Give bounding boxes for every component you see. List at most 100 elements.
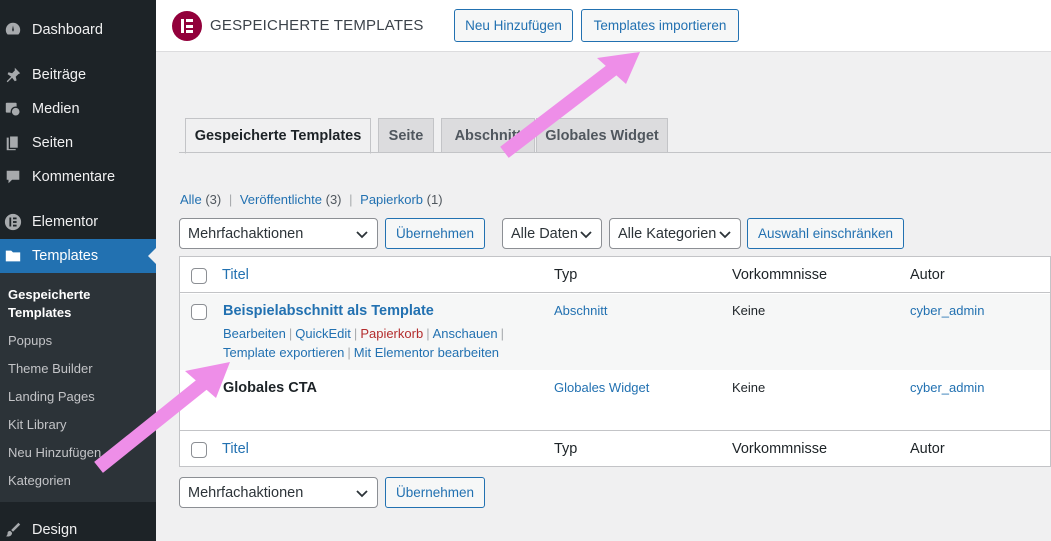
column-type: Typ xyxy=(554,267,578,283)
author-link[interactable]: cyber_admin xyxy=(910,380,984,395)
author-link[interactable]: cyber_admin xyxy=(910,303,984,318)
page-title: GESPEICHERTE TEMPLATES xyxy=(210,17,424,34)
sidebar-item-label: Dashboard xyxy=(32,22,103,38)
sidebar-item-comments[interactable]: Kommentare xyxy=(0,160,156,194)
bulk-actions-value: Mehrfachaktionen xyxy=(188,484,304,501)
submenu-item-landing-pages[interactable]: Landing Pages xyxy=(8,388,95,406)
sidebar-item-label: Templates xyxy=(32,248,99,264)
submenu-item-theme-builder[interactable]: Theme Builder xyxy=(8,360,93,378)
apply-button[interactable]: Übernehmen xyxy=(385,218,485,249)
bulk-actions-select[interactable]: Mehrfachaktionen xyxy=(179,218,378,249)
action-separator: | xyxy=(426,326,430,341)
sidebar-item-design[interactable]: Design xyxy=(0,513,156,541)
status-filters: Alle (3) | Veröffentlichte (3) | Papierk… xyxy=(180,192,443,207)
pin-icon xyxy=(3,65,23,85)
type-link[interactable]: Globales Widget xyxy=(554,380,649,395)
row-actions: Bearbeiten | QuickEdit | Papierkorb | Anschaue… xyxy=(223,326,507,341)
elementor-icon xyxy=(3,212,23,232)
chevron-down-icon xyxy=(580,231,592,239)
folder-icon xyxy=(3,246,23,266)
row-actions: Template exportieren | Mit Elementor bearb… xyxy=(223,345,499,360)
edit-with-elementor-link[interactable]: Mit Elementor bearbeiten xyxy=(354,345,499,360)
column-occurrences: Vorkommnisse xyxy=(732,441,828,457)
table-row: Globales CTA Globales Widget Keine cyber… xyxy=(180,370,1050,429)
filter-separator: | xyxy=(228,192,233,207)
filter-published-count: (3) xyxy=(325,192,342,207)
sidebar-item-templates[interactable]: Templates xyxy=(0,239,156,273)
category-filter-select[interactable]: Alle Kategorien xyxy=(609,218,741,249)
filter-published-link[interactable]: Veröffentlichte xyxy=(240,192,322,207)
column-title[interactable]: Titel xyxy=(222,441,249,457)
bulk-actions-value: Mehrfachaktionen xyxy=(188,225,304,242)
table-header: Titel Typ Vorkommnisse Autor xyxy=(180,257,1051,293)
pages-icon xyxy=(3,133,23,153)
admin-sidebar: Dashboard Beiträge Medien Seiten Komment… xyxy=(0,0,156,541)
tab-global-widget[interactable]: Globales Widget xyxy=(536,118,668,153)
edit-link[interactable]: Bearbeiten xyxy=(223,326,286,341)
chevron-down-icon xyxy=(356,231,368,239)
date-filter-select[interactable]: Alle Daten xyxy=(502,218,602,249)
tabs-divider xyxy=(179,152,1051,153)
brush-icon xyxy=(3,520,23,540)
export-template-link[interactable]: Template exportieren xyxy=(223,345,344,360)
select-all-checkbox[interactable] xyxy=(191,268,207,284)
dashboard-icon xyxy=(3,20,23,40)
table-row: Beispielabschnitt als Template Bearbeite… xyxy=(180,294,1050,370)
submenu-item-saved-templates[interactable]: Gespeicherte Templates xyxy=(8,286,128,322)
filter-all-link[interactable]: Alle xyxy=(180,192,202,207)
action-separator: | xyxy=(288,326,293,341)
sidebar-item-label: Design xyxy=(32,522,78,538)
category-filter-value: Alle Kategorien xyxy=(618,225,717,242)
column-occurrences: Vorkommnisse xyxy=(732,267,828,283)
select-all-checkbox[interactable] xyxy=(191,442,207,458)
template-title-link[interactable]: Beispielabschnitt als Template xyxy=(223,303,434,319)
sidebar-item-posts[interactable]: Beiträge xyxy=(0,58,156,92)
tab-page[interactable]: Seite xyxy=(378,118,434,153)
elementor-logo-icon xyxy=(172,11,202,41)
comment-icon xyxy=(3,167,23,187)
table-footer: Titel Typ Vorkommnisse Autor xyxy=(180,430,1051,466)
quickedit-link[interactable]: QuickEdit xyxy=(295,326,351,341)
sidebar-item-dashboard[interactable]: Dashboard xyxy=(0,13,156,47)
column-author: Autor xyxy=(910,267,945,283)
sidebar-item-label: Elementor xyxy=(32,214,99,230)
column-title[interactable]: Titel xyxy=(222,267,249,283)
sidebar-item-label: Kommentare xyxy=(32,169,116,185)
date-filter-value: Alle Daten xyxy=(511,225,578,242)
templates-submenu: Gespeicherte Templates Popups Theme Buil… xyxy=(0,273,156,502)
add-new-button[interactable]: Neu Hinzufügen xyxy=(454,9,573,42)
templates-table: Titel Typ Vorkommnisse Autor Beispielabs… xyxy=(179,256,1051,467)
bulk-actions-select-bottom[interactable]: Mehrfachaktionen xyxy=(179,477,378,508)
filter-trash-link[interactable]: Papierkorb xyxy=(360,192,423,207)
view-link[interactable]: Anschauen xyxy=(433,326,498,341)
occurrences-value: Keine xyxy=(732,303,766,318)
elementor-header: GESPEICHERTE TEMPLATES Neu Hinzufügen Te… xyxy=(156,0,1051,52)
row-checkbox[interactable] xyxy=(191,304,207,320)
tab-saved-templates[interactable]: Gespeicherte Templates xyxy=(185,118,371,154)
filter-separator: | xyxy=(349,192,353,207)
sidebar-item-label: Beiträge xyxy=(32,67,87,83)
sidebar-item-label: Seiten xyxy=(32,135,74,151)
action-separator: | xyxy=(347,345,351,360)
occurrences-value: Keine xyxy=(732,380,766,395)
submenu-item-kit-library[interactable]: Kit Library xyxy=(8,416,67,434)
sidebar-item-pages[interactable]: Seiten xyxy=(0,126,156,160)
media-icon xyxy=(3,99,23,119)
type-link[interactable]: Abschnitt xyxy=(554,303,607,318)
submenu-item-add-new[interactable]: Neu Hinzufügen xyxy=(8,444,101,462)
submenu-item-categories[interactable]: Kategorien xyxy=(8,472,71,490)
template-title[interactable]: Globales CTA xyxy=(223,380,317,396)
sidebar-item-label: Medien xyxy=(32,101,80,117)
apply-button-bottom[interactable]: Übernehmen xyxy=(385,477,485,508)
tab-section[interactable]: Abschnitt xyxy=(441,118,535,153)
filter-button[interactable]: Auswahl einschränken xyxy=(747,218,904,249)
filter-trash-count: (1) xyxy=(426,192,443,207)
submenu-item-popups[interactable]: Popups xyxy=(8,332,52,350)
action-separator: | xyxy=(353,326,358,341)
action-separator: | xyxy=(500,326,505,341)
sidebar-item-media[interactable]: Medien xyxy=(0,92,156,126)
import-templates-button[interactable]: Templates importieren xyxy=(581,9,739,42)
trash-link[interactable]: Papierkorb xyxy=(360,326,423,341)
column-author: Autor xyxy=(910,441,945,457)
sidebar-item-elementor[interactable]: Elementor xyxy=(0,205,156,239)
